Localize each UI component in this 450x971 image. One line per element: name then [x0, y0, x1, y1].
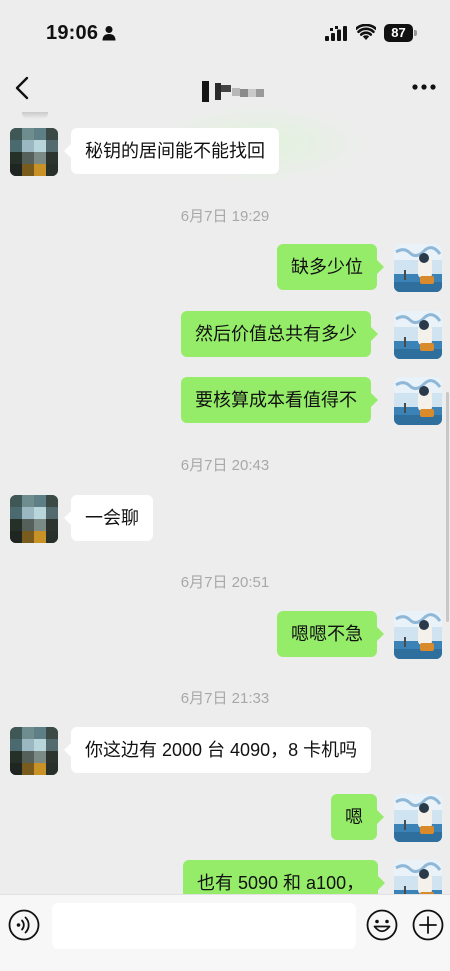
- my-avatar[interactable]: [394, 611, 442, 659]
- contact-avatar[interactable]: [10, 495, 58, 543]
- previous-avatar-edge: [22, 112, 48, 119]
- message-timestamp: 6月7日 19:29: [180, 208, 270, 225]
- battery-level: 87: [384, 24, 413, 42]
- message-bubble-incoming[interactable]: 秘钥的居间能不能找回: [64, 128, 279, 174]
- battery-tip: [414, 30, 417, 36]
- message-bubble-incoming[interactable]: 你这边有 2000 台 4090，8 卡机吗: [63, 727, 372, 773]
- chat-scrollbar[interactable]: [446, 392, 449, 622]
- plus-icon[interactable]: [412, 909, 444, 941]
- message-bubble-outgoing[interactable]: 嗯嗯不急: [277, 611, 384, 657]
- message-timestamp: 6月7日 20:43: [180, 457, 270, 474]
- message-bubble-outgoing[interactable]: 缺多少位: [277, 244, 384, 290]
- message-bubble-outgoing[interactable]: 然后价值总共有多少: [181, 311, 378, 357]
- my-avatar[interactable]: [394, 311, 442, 359]
- wifi-icon: [356, 24, 376, 40]
- battery-indicator: 87: [384, 24, 417, 42]
- chat-input-bar: [0, 894, 450, 971]
- chat-header: [0, 64, 450, 184]
- chat-messages[interactable]: 秘钥的居间能不能找回 6月7日 19:29 缺多少位 然后价值总共有多少 要核算…: [0, 112, 450, 894]
- message-input[interactable]: [52, 903, 356, 949]
- more-dots-icon[interactable]: [412, 83, 436, 91]
- message-timestamp: 6月7日 20:51: [180, 574, 270, 591]
- contact-name-redacted: [202, 81, 264, 102]
- message-bubble-outgoing[interactable]: 也有 5090 和 a100，: [183, 860, 386, 894]
- my-avatar[interactable]: [394, 377, 442, 425]
- contact-avatar[interactable]: [10, 128, 58, 176]
- emoji-icon[interactable]: [366, 909, 398, 941]
- message-timestamp: 6月7日 21:33: [180, 690, 270, 707]
- message-bubble-incoming[interactable]: 一会聊: [64, 495, 153, 541]
- status-bar: 19:06 87: [0, 0, 450, 64]
- message-bubble-outgoing[interactable]: 嗯: [331, 794, 384, 840]
- chevron-left-icon[interactable]: [12, 74, 34, 102]
- contact-avatar[interactable]: [10, 727, 58, 775]
- voice-icon[interactable]: [8, 909, 40, 941]
- my-avatar[interactable]: [394, 244, 442, 292]
- status-time: 19:06: [46, 22, 99, 44]
- cellular-signal-icon: [325, 26, 347, 41]
- message-bubble-outgoing[interactable]: 要核算成本看值得不: [181, 377, 378, 423]
- person-icon: [102, 26, 116, 41]
- my-avatar[interactable]: [394, 860, 442, 894]
- my-avatar[interactable]: [394, 794, 442, 842]
